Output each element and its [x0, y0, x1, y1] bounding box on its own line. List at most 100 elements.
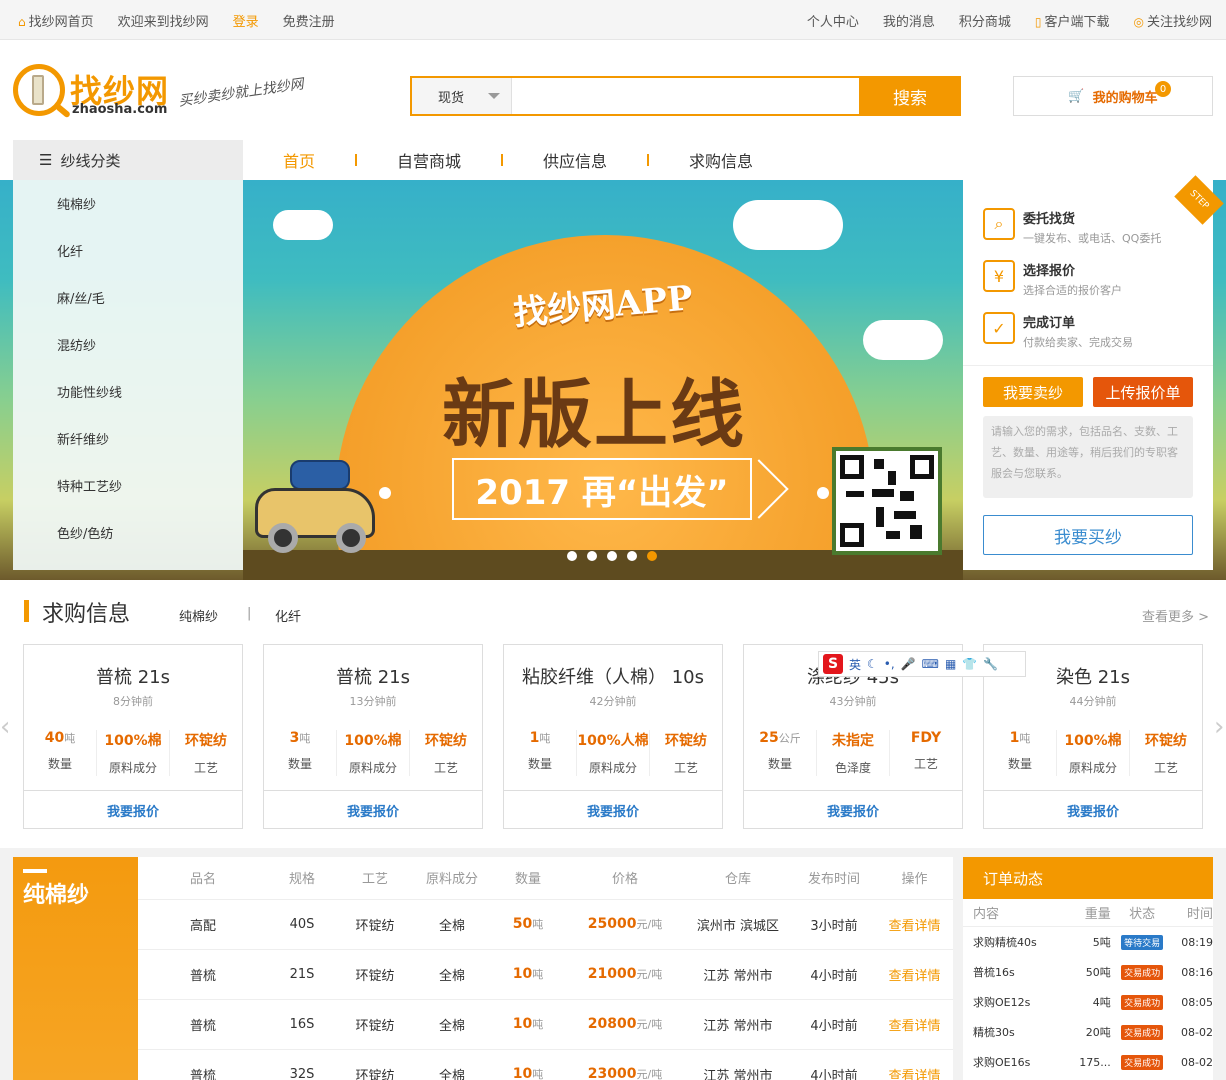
category-header-label: 纱线分类: [60, 151, 121, 170]
order-row: 普梳16s 50吨 交易成功 08:16: [963, 957, 1213, 987]
table-row[interactable]: 普梳 32S 环锭纺 全棉 10吨 23000元/吨 江苏 常州市 4小时前 查…: [138, 1049, 953, 1080]
ime-toolbar[interactable]: S 英 ☾ •, 🎤 ⌨ ▦ 👕 🔧: [818, 651, 1026, 677]
home-link[interactable]: ⌂ 找纱网首页: [18, 11, 94, 30]
points-mall-link[interactable]: 积分商城: [959, 11, 1011, 30]
quote-button[interactable]: 我要报价: [984, 790, 1202, 829]
follow-link[interactable]: ◎ 关注找纱网: [1134, 11, 1213, 30]
skin-icon[interactable]: 👕: [962, 657, 977, 671]
user-center-link[interactable]: 个人中心: [807, 11, 859, 30]
client-download-link[interactable]: ▯ 客户端下载: [1035, 11, 1110, 30]
cart-label: 我的购物车: [1092, 90, 1158, 106]
requirement-textarea[interactable]: 请输入您的需求，包括品名、支数、工艺、数量、用途等，稍后我们的专职客服会与您联系…: [983, 416, 1193, 498]
welcome-text: 欢迎来到找纱网: [117, 14, 209, 30]
banner-dot[interactable]: [567, 551, 577, 561]
order-weight: 4吨: [1092, 996, 1111, 1009]
punctuation-icon[interactable]: •,: [884, 657, 895, 671]
banner-dot[interactable]: [607, 551, 617, 561]
view-details-link[interactable]: 查看详情: [888, 1069, 940, 1080]
microphone-icon[interactable]: 🎤: [901, 657, 916, 671]
order-row: 求购精梳40s 5吨 等待交易 08:19: [963, 927, 1213, 957]
category-item[interactable]: 麻/丝/毛: [13, 274, 243, 321]
keyboard-icon[interactable]: ⌨: [922, 657, 939, 671]
table-row[interactable]: 普梳 21S 环锭纺 全棉 10吨 21000元/吨 江苏 常州市 4小时前 查…: [138, 949, 953, 1000]
card-craft: FDY: [910, 730, 942, 746]
chevron-left-icon[interactable]: ‹: [0, 712, 16, 756]
card-craft: 环锭纺: [425, 733, 467, 749]
follow-label: 关注找纱网: [1146, 14, 1212, 30]
nav-mall[interactable]: 自营商城: [357, 148, 501, 172]
price-unit: 元/吨: [636, 1018, 663, 1031]
banner-dot[interactable]: [587, 551, 597, 561]
purchase-card[interactable]: 普梳 21s 13分钟前 3吨 数量 100%棉 原料成分 环锭纺 工艺 我要报价: [263, 644, 483, 829]
category-item[interactable]: 特种工艺纱: [13, 462, 243, 509]
quote-button[interactable]: 我要报价: [504, 790, 722, 829]
buy-yarn-button[interactable]: 我要买纱: [983, 515, 1193, 555]
order-header-row: 内容 重量 状态 时间: [963, 899, 1213, 927]
order-content: 求购OE12s: [973, 996, 1031, 1009]
purchase-card[interactable]: 普梳 21s 8分钟前 40吨 数量 100%棉 原料成分 环锭纺 工艺 我要报价: [23, 644, 243, 829]
listing-table: 品名 规格 工艺 原料成分 数量 价格 仓库 发布时间 操作 高配 40S 环锭…: [138, 857, 953, 1080]
cart-icon: 🛒: [1068, 88, 1085, 104]
cell-spec: 16S: [268, 999, 336, 1050]
cell-warehouse: 江苏 常州市: [684, 1049, 792, 1080]
login-link[interactable]: 登录: [233, 11, 259, 30]
category-item[interactable]: 混纺纱: [13, 321, 243, 368]
toolbox-icon[interactable]: ▦: [945, 657, 956, 671]
section-accent-bar: [24, 600, 29, 622]
tab-cotton[interactable]: 纯棉纱: [179, 606, 218, 625]
view-details-link[interactable]: 查看详情: [888, 919, 940, 934]
card-unit: 吨: [299, 732, 311, 745]
cell-price: 23000元/吨: [566, 1049, 684, 1080]
nav-home[interactable]: 首页: [243, 148, 355, 172]
upload-quote-button[interactable]: 上传报价单: [1093, 377, 1193, 407]
category-item[interactable]: 化纤: [13, 227, 243, 274]
ime-language-toggle[interactable]: 英: [849, 656, 861, 673]
table-row[interactable]: 普梳 16S 环锭纺 全棉 10吨 20800元/吨 江苏 常州市 4小时前 查…: [138, 999, 953, 1050]
sell-yarn-button[interactable]: 我要卖纱: [983, 377, 1083, 407]
col-header: 重量: [1084, 907, 1111, 922]
search-type-select[interactable]: 现货: [412, 78, 512, 114]
chevron-right-icon[interactable]: ›: [1214, 712, 1226, 756]
purchase-card[interactable]: 粘胶纤维（人棉） 10s 42分钟前 1吨 数量 100%人棉 原料成分 环锭纺 工艺…: [503, 644, 723, 829]
table-row[interactable]: 高配 40S 环锭纺 全棉 50吨 25000元/吨 滨州市 滨城区 3小时前 …: [138, 899, 953, 950]
card-label: 色泽度: [834, 761, 871, 775]
category-item[interactable]: 纯棉纱: [13, 180, 243, 227]
listing-category-label: 纯棉纱: [23, 883, 90, 908]
category-item[interactable]: 功能性纱线: [13, 368, 243, 415]
cell-action: 查看详情: [876, 949, 953, 1000]
quote-button[interactable]: 我要报价: [24, 790, 242, 829]
listing-category-tab[interactable]: 纯棉纱: [13, 857, 138, 1080]
nav-supply[interactable]: 供应信息: [503, 148, 647, 172]
wrench-icon[interactable]: 🔧: [983, 657, 998, 671]
view-more-link[interactable]: 查看更多 >: [1142, 606, 1209, 625]
view-details-link[interactable]: 查看详情: [888, 1019, 940, 1034]
col-header: 价格: [566, 857, 684, 900]
messages-link[interactable]: 我的消息: [883, 11, 935, 30]
quote-button[interactable]: 我要报价: [264, 790, 482, 829]
tab-fiber[interactable]: 化纤: [275, 606, 301, 625]
col-header: 时间: [1186, 907, 1213, 922]
card-time: 8分钟前: [113, 695, 153, 708]
cell-warehouse: 江苏 常州市: [684, 949, 792, 1000]
banner-dot-active[interactable]: [647, 551, 657, 561]
order-feed-title: 订单动态: [963, 857, 1213, 899]
banner-ribbon: 2017 再“出发”: [452, 458, 752, 520]
search-button[interactable]: 搜索: [859, 76, 961, 116]
header: 找纱网 zhaosha.com 买纱卖纱就上找纱网 现货 搜索 🛒 我的购物车 …: [0, 40, 1226, 140]
banner-dot[interactable]: [627, 551, 637, 561]
cart-button[interactable]: 🛒 我的购物车 0: [1013, 76, 1213, 116]
quote-button[interactable]: 我要报价: [744, 790, 962, 829]
cell-name: 普梳: [138, 999, 268, 1050]
sogou-logo-icon[interactable]: S: [823, 654, 843, 674]
status-badge: 交易成功: [1121, 964, 1164, 980]
search-input[interactable]: [512, 78, 860, 114]
quote-icon: ¥: [983, 260, 1015, 292]
category-header[interactable]: ☰ 纱线分类: [13, 140, 243, 180]
category-item[interactable]: 色纱/色纺: [13, 509, 243, 556]
category-item[interactable]: 新纤维纱: [13, 415, 243, 462]
nav-purchase[interactable]: 求购信息: [649, 148, 793, 172]
moon-icon[interactable]: ☾: [867, 657, 878, 671]
col-header: 内容: [973, 907, 1000, 922]
register-link[interactable]: 免费注册: [283, 11, 335, 30]
view-details-link[interactable]: 查看详情: [888, 969, 940, 984]
